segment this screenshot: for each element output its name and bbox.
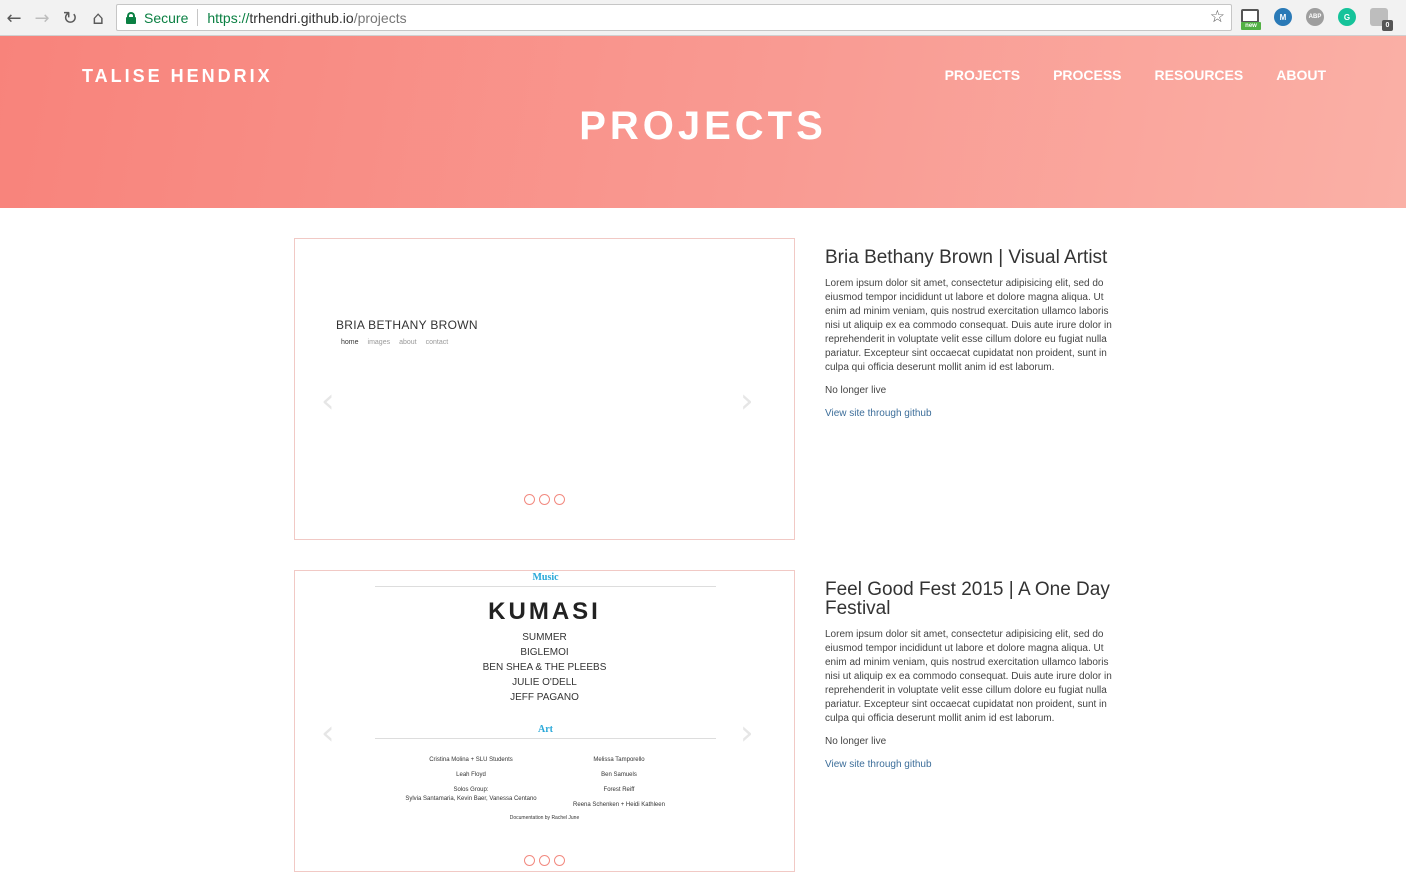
github-link[interactable]: View site through github — [825, 759, 1115, 770]
divider — [375, 586, 716, 587]
m-extension-icon[interactable]: M — [1274, 8, 1292, 26]
main-nav: PROJECTS PROCESS RESOURCES ABOUT — [945, 67, 1326, 83]
back-icon[interactable]: ← — [2, 6, 26, 30]
project-status: No longer live — [825, 736, 887, 747]
carousel-indicators — [524, 494, 565, 505]
lock-icon — [126, 11, 136, 24]
project-info: Bria Bethany Brown | Visual Artist Lorem… — [825, 238, 1115, 419]
carousel-dot[interactable] — [539, 855, 550, 866]
forward-icon[interactable]: → — [30, 6, 54, 30]
divider — [375, 738, 716, 739]
site-brand[interactable]: TALISE HENDRIX — [82, 66, 273, 87]
adblock-extension-icon[interactable]: ABP — [1306, 8, 1324, 26]
project-status: No longer live — [825, 385, 887, 396]
slide-brand: BRIA BETHANY BROWN — [336, 318, 478, 332]
cast-extension-icon[interactable] — [1241, 9, 1259, 23]
page-title: PROJECTS — [579, 104, 827, 148]
project-title: Feel Good Fest 2015 | A One Day Festival — [825, 579, 1110, 619]
browser-toolbar: ← → ↻ ⌂ Secure https://trhendri.github.i… — [0, 0, 1406, 36]
new-badge: new — [1241, 22, 1261, 30]
nav-process[interactable]: PROCESS — [1053, 67, 1121, 83]
carousel-dot[interactable] — [524, 855, 535, 866]
documentation-credit: Documentation by Rachel June — [509, 815, 580, 821]
nav-projects[interactable]: PROJECTS — [945, 67, 1020, 83]
github-link[interactable]: View site through github — [825, 408, 1115, 419]
project-carousel[interactable]: BRIA BETHANY BROWN home images about con… — [294, 238, 795, 540]
art-heading: Art — [538, 724, 553, 735]
reload-icon[interactable]: ↻ — [58, 6, 82, 30]
project-description: Lorem ipsum dolor sit amet, consectetur … — [825, 629, 1112, 724]
chevron-left-icon[interactable]: ‹ — [321, 381, 335, 421]
project-carousel[interactable]: Music KUMASI SUMMER BIGLEMOI BEN SHEA & … — [294, 570, 795, 872]
divider — [197, 9, 199, 26]
home-icon[interactable]: ⌂ — [86, 6, 110, 30]
carousel-dot[interactable] — [554, 855, 565, 866]
project-description: Lorem ipsum dolor sit amet, consectetur … — [825, 278, 1112, 373]
address-bar[interactable]: Secure https://trhendri.github.io/projec… — [116, 4, 1232, 31]
chevron-right-icon[interactable]: › — [740, 713, 754, 753]
carousel-indicators — [524, 855, 565, 866]
project-info: Feel Good Fest 2015 | A One Day Festival… — [825, 570, 1115, 770]
carousel-dot[interactable] — [524, 494, 535, 505]
carousel-dot[interactable] — [554, 494, 565, 505]
bookmark-star-icon[interactable]: ☆ — [1210, 7, 1225, 27]
site-header: TALISE HENDRIX PROJECTS PROCESS RESOURCE… — [0, 36, 1406, 208]
secure-label: Secure — [144, 9, 189, 26]
act-list: SUMMER BIGLEMOI BEN SHEA & THE PLEEBS JU… — [482, 632, 607, 703]
url-text[interactable]: https://trhendri.github.io/projects — [207, 10, 406, 26]
nav-resources[interactable]: RESOURCES — [1155, 67, 1244, 83]
grammarly-extension-icon[interactable]: G — [1338, 8, 1356, 26]
slide-nav: home images about contact — [341, 339, 449, 346]
nav-about[interactable]: ABOUT — [1276, 67, 1326, 83]
music-heading: Music — [532, 572, 559, 583]
extension-count-badge: 0 — [1382, 20, 1393, 31]
headliner: KUMASI — [488, 598, 601, 625]
chevron-left-icon[interactable]: ‹ — [321, 713, 335, 753]
art-list-right: Melissa Tamporello Ben Samuels Forest Re… — [573, 757, 665, 808]
chevron-right-icon[interactable]: › — [740, 381, 754, 421]
carousel-dot[interactable] — [539, 494, 550, 505]
project-title: Bria Bethany Brown | Visual Artist — [825, 247, 1108, 268]
